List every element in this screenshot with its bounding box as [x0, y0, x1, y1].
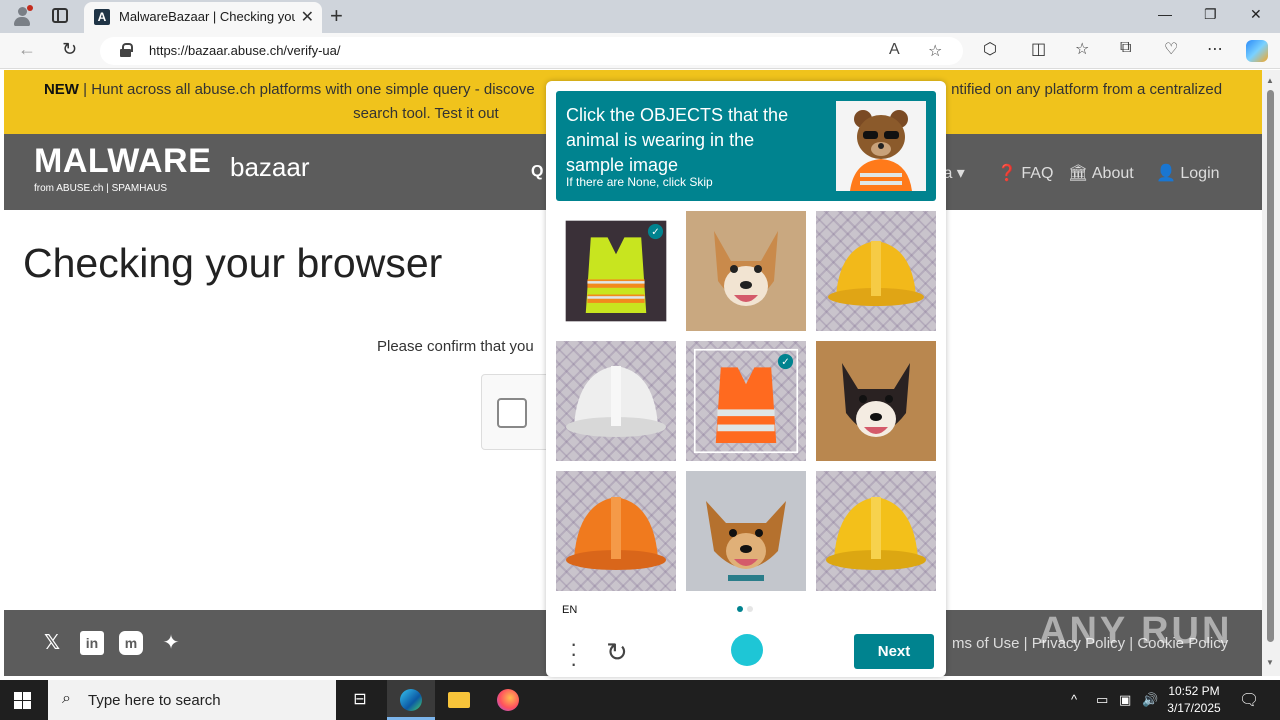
mastodon-icon[interactable]: m: [119, 631, 143, 655]
windows-start-icon[interactable]: [14, 692, 31, 709]
building-icon: 🏛: [1068, 165, 1089, 182]
scroll-up-icon[interactable]: ▲: [1266, 76, 1274, 85]
taskbar-clock[interactable]: 10:52 PM 3/17/2025: [1160, 683, 1228, 717]
selected-check-icon: ✓: [647, 223, 664, 240]
volume-icon[interactable]: 🔊: [1142, 692, 1158, 708]
malwarebazaar-favicon-icon: A: [94, 9, 110, 25]
close-tab-icon[interactable]: ✕: [301, 7, 314, 27]
captcha-tile[interactable]: [556, 471, 676, 591]
sample-image-bear: [836, 101, 926, 191]
captcha-tile[interactable]: [686, 471, 806, 591]
page-scrollbar[interactable]: ▲ ▼: [1262, 70, 1280, 676]
nav-about[interactable]: 🏛 About: [1068, 163, 1134, 183]
battery-icon[interactable]: ▭: [1096, 692, 1108, 708]
next-button[interactable]: Next: [854, 634, 934, 669]
restore-icon[interactable]: ❐: [1204, 6, 1217, 23]
split-screen-icon[interactable]: ◫: [1031, 39, 1046, 59]
task-view-icon[interactable]: ⊟: [336, 680, 384, 720]
close-window-icon[interactable]: ✕: [1250, 6, 1262, 23]
profile-icon[interactable]: [11, 5, 33, 27]
hcaptcha-logo-icon: [731, 634, 763, 666]
selected-check-icon: ✓: [777, 353, 794, 370]
language-selector[interactable]: EN: [562, 604, 577, 616]
nav-faq[interactable]: ❓ FAQ: [997, 163, 1053, 183]
linkedin-icon[interactable]: in: [80, 631, 104, 655]
lock-icon[interactable]: [120, 43, 133, 57]
file-explorer-icon[interactable]: [435, 680, 483, 720]
banner-new-label: NEW: [43, 81, 79, 98]
page-indicator: [747, 606, 753, 612]
nav-faq-label: FAQ: [1021, 165, 1054, 182]
captcha-prompt-header: Click the OBJECTS that the animal is wea…: [556, 91, 936, 201]
captcha-menu-icon[interactable]: · · ·: [570, 633, 577, 675]
logo-from-abuse-spamhaus: from ABUSE.ch | SPAMHAUS: [34, 183, 168, 194]
captcha-instruction: Click the OBJECTS that the animal is wea…: [566, 105, 789, 175]
tab-actions-icon[interactable]: [52, 8, 68, 23]
extensions-icon[interactable]: ⬡: [983, 39, 997, 59]
nav-login[interactable]: 👤 Login: [1156, 163, 1220, 183]
copilot-icon[interactable]: [1246, 40, 1268, 62]
bluesky-butterfly-icon[interactable]: ✦: [159, 631, 183, 655]
url-text[interactable]: https://bazaar.abuse.ch/verify-ua/: [149, 43, 341, 58]
back-icon[interactable]: ←: [18, 39, 36, 60]
read-aloud-icon[interactable]: A: [889, 41, 900, 59]
captcha-challenge-dialog: Click the OBJECTS that the animal is wea…: [546, 81, 946, 677]
minimize-icon[interactable]: —: [1158, 6, 1172, 22]
new-tab-button[interactable]: +: [330, 3, 343, 29]
collections-icon[interactable]: ⧉: [1120, 39, 1131, 57]
scroll-thumb[interactable]: [1267, 90, 1274, 642]
taskbar-search-box[interactable]: ⌕ Type here to search: [48, 680, 336, 720]
refresh-icon[interactable]: ↻: [62, 39, 77, 60]
logo-malware[interactable]: MALWARE: [34, 142, 211, 181]
anyrun-watermark: ANY RUN: [1039, 610, 1233, 652]
captcha-subtitle: If there are None, click Skip: [566, 175, 713, 189]
captcha-tile[interactable]: [816, 341, 936, 461]
x-twitter-icon[interactable]: 𝕏: [40, 631, 64, 655]
tab-title: MalwareBazaar | Checking your b: [119, 9, 295, 24]
banner-link-text[interactable]: search tool. Test it out: [353, 105, 499, 122]
firefox-icon[interactable]: [484, 680, 532, 720]
captcha-tile[interactable]: [816, 211, 936, 331]
show-hidden-icons[interactable]: ^: [1071, 692, 1077, 707]
logo-bazaar[interactable]: bazaar: [230, 152, 310, 183]
banner-text-continued: ntified on any platform from a centraliz…: [951, 81, 1223, 98]
edge-taskbar-icon[interactable]: [387, 680, 435, 720]
captcha-tile[interactable]: [556, 341, 676, 461]
windows-taskbar: ⌕ Type here to search ⊟ ^ ▭ ▣ 🔊 10:52 PM…: [0, 680, 1280, 720]
url-bar[interactable]: https://bazaar.abuse.ch/verify-ua/ A ☆: [100, 37, 963, 65]
search-icon[interactable]: Q: [531, 163, 543, 181]
question-circle-icon: ❓: [997, 165, 1017, 182]
more-menu-icon[interactable]: ⋯: [1207, 39, 1223, 59]
favorites-icon[interactable]: ☆: [1075, 39, 1089, 59]
browser-tab-bar: A MalwareBazaar | Checking your b ✕ + — …: [0, 0, 1280, 33]
browser-essentials-icon[interactable]: ♡: [1164, 39, 1178, 59]
captcha-tile[interactable]: [816, 471, 936, 591]
captcha-refresh-icon[interactable]: ↻: [606, 637, 628, 668]
captcha-tile[interactable]: [686, 211, 806, 331]
favorite-star-icon[interactable]: ☆: [928, 41, 942, 61]
nav-about-label: About: [1091, 165, 1134, 182]
confirm-human-text: Please confirm that you: [377, 338, 534, 355]
captcha-tile[interactable]: ✓: [686, 341, 806, 461]
user-icon: 👤: [1156, 165, 1176, 182]
captcha-checkbox[interactable]: [497, 398, 527, 428]
browser-tab[interactable]: A MalwareBazaar | Checking your b ✕: [84, 2, 322, 33]
banner-text: | Hunt across all abuse.ch platforms wit…: [83, 81, 535, 98]
page-title: Checking your browser: [23, 240, 443, 286]
search-icon: ⌕: [62, 690, 71, 707]
taskbar-search-placeholder: Type here to search: [88, 692, 221, 709]
clock-date: 3/17/2025: [1167, 701, 1221, 715]
network-icon[interactable]: ▣: [1119, 692, 1131, 708]
notifications-icon[interactable]: 🗨: [1239, 690, 1259, 710]
page-indicator-active: [737, 606, 743, 612]
nav-login-label: Login: [1180, 165, 1220, 182]
captcha-tile[interactable]: ✓: [556, 211, 676, 331]
scroll-down-icon[interactable]: ▼: [1266, 658, 1274, 667]
clock-time: 10:52 PM: [1168, 684, 1220, 698]
